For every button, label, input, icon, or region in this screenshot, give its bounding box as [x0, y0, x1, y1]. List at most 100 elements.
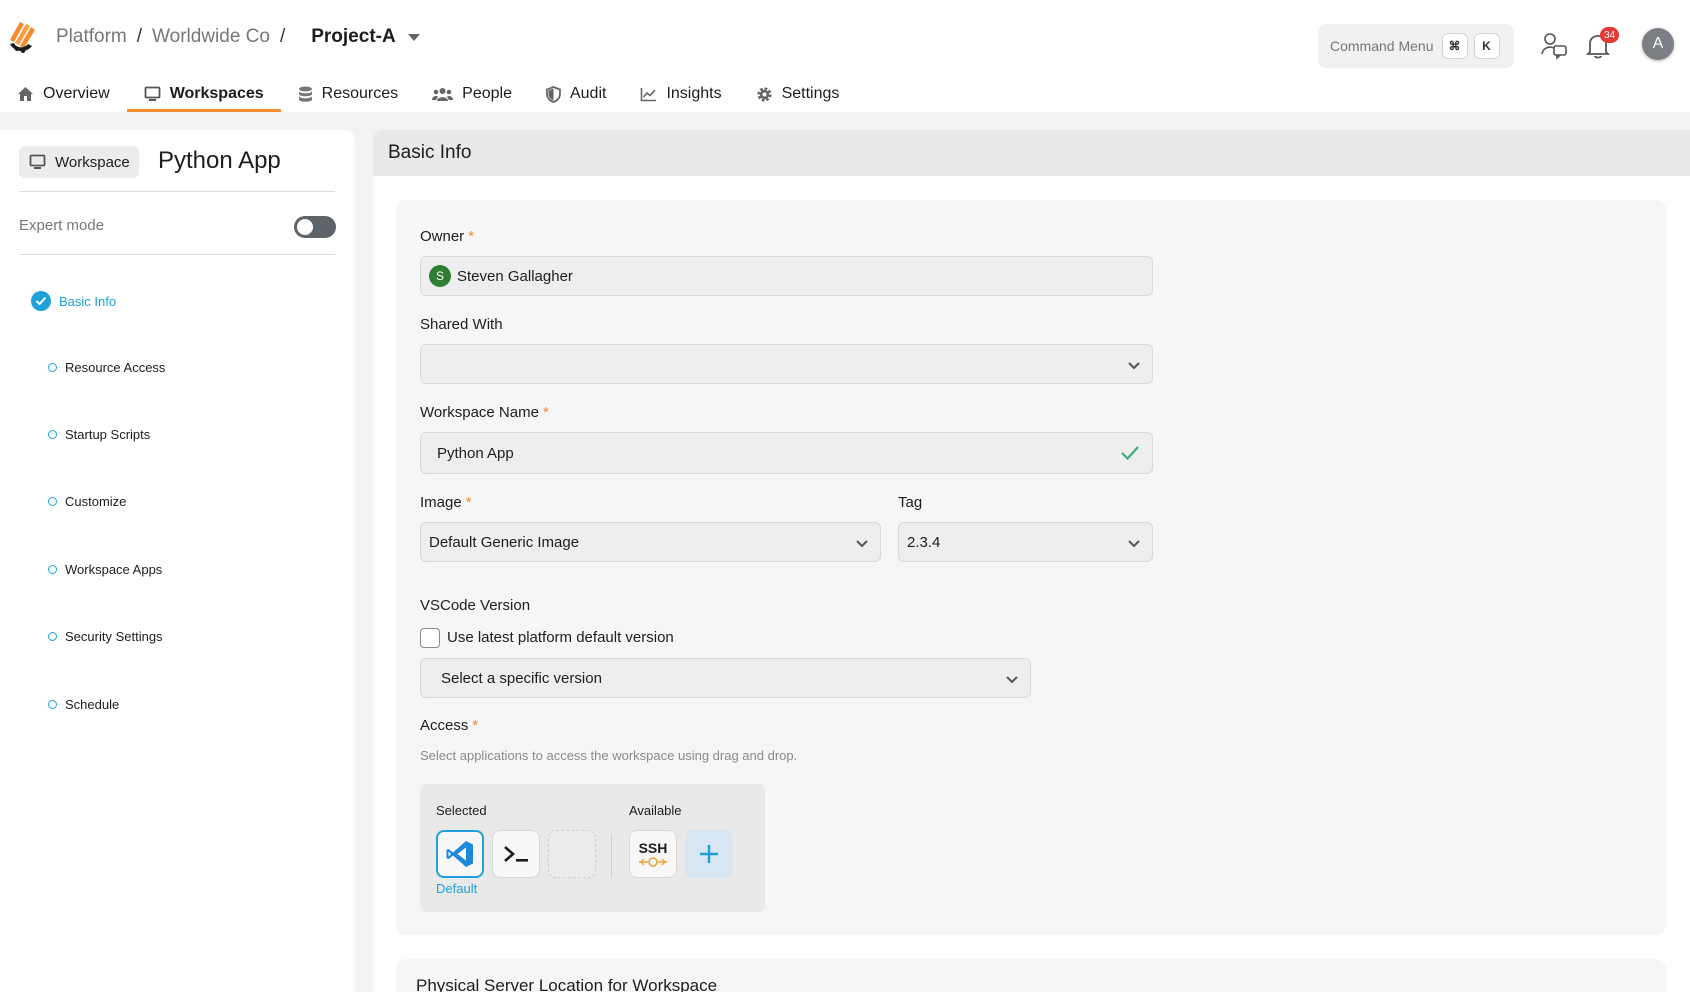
step-dot-icon [48, 363, 57, 372]
image-value: Default Generic Image [429, 533, 580, 551]
top-bar: Platform / Worldwide Co / Project-A Comm… [0, 0, 1690, 112]
ssh-label: SSH [638, 840, 668, 856]
tab-label: Resources [321, 85, 399, 102]
tag-select[interactable]: 2.3.4 [898, 522, 1153, 562]
gear-icon [756, 86, 772, 102]
user-avatar[interactable]: A [1642, 28, 1674, 60]
expert-mode-label: Expert mode [19, 217, 105, 234]
owner-avatar: S [429, 265, 451, 287]
k-key: K [1473, 33, 1500, 59]
breadcrumb-separator: / [136, 26, 143, 47]
step-schedule[interactable]: Schedule [48, 697, 119, 712]
terminal-app-tile[interactable] [492, 830, 540, 878]
access-apps-box: Selected Available SSH Default [420, 784, 765, 912]
chevron-down-icon [1128, 540, 1140, 548]
owner-field[interactable]: S Steven Gallagher [420, 256, 1153, 296]
tab-label: Insights [666, 85, 722, 102]
workspace-chip: Workspace [19, 146, 139, 178]
empty-app-slot[interactable] [548, 830, 596, 878]
breadcrumb: Platform / Worldwide Co / Project-A [56, 26, 420, 48]
access-label: Access * [420, 717, 479, 734]
project-selector[interactable]: Project-A [311, 26, 395, 48]
monitor-icon [29, 154, 46, 169]
section-title: Basic Info [388, 142, 472, 163]
tag-value: 2.3.4 [907, 533, 941, 551]
database-icon [298, 86, 312, 102]
vscode-version-label: VSCode Version [420, 597, 531, 614]
selected-apps-label: Selected [436, 803, 487, 818]
chart-icon [641, 87, 657, 101]
step-label: Startup Scripts [65, 427, 151, 442]
workspace-title: Python App [158, 147, 281, 174]
chevron-down-icon [1006, 676, 1018, 684]
chevron-down-icon [856, 540, 868, 548]
add-app-button[interactable] [685, 830, 733, 878]
tab-label: Overview [43, 85, 110, 102]
logo-icon[interactable] [6, 18, 38, 56]
tab-label: People [462, 85, 512, 102]
shared-with-select[interactable] [420, 344, 1153, 384]
shared-with-label: Shared With [420, 316, 503, 333]
tab-audit[interactable]: Audit [529, 76, 623, 112]
divider [611, 834, 612, 878]
main-tabs: Overview Workspaces Resources People Aud… [0, 76, 856, 112]
step-label: Schedule [65, 697, 120, 712]
ssh-app-tile[interactable]: SSH [629, 830, 677, 878]
check-circle-icon [31, 291, 51, 311]
breadcrumb-platform[interactable]: Platform [56, 26, 127, 48]
step-startup-scripts[interactable]: Startup Scripts [48, 427, 150, 442]
chevron-down-icon [1128, 362, 1140, 370]
plus-icon [700, 845, 718, 863]
workspace-sidebar: Workspace Python App Expert mode Basic I… [0, 130, 355, 992]
step-customize[interactable]: Customize [48, 494, 126, 509]
use-latest-label[interactable]: Use latest platform default version [447, 629, 674, 646]
image-label: Image * [420, 494, 472, 511]
tab-label: Settings [781, 85, 840, 102]
support-chat-icon[interactable] [1540, 30, 1568, 60]
vscode-version-select[interactable]: Select a specific version [420, 658, 1031, 698]
workspace-name-value: Python App [437, 444, 514, 462]
vscode-icon [446, 841, 473, 867]
vscode-app-tile[interactable] [436, 830, 484, 878]
tab-resources[interactable]: Resources [281, 76, 415, 112]
ssh-key-icon [639, 857, 667, 867]
tag-label: Tag [898, 494, 923, 511]
breadcrumb-separator: / [279, 26, 286, 47]
notification-badge: 34 [1600, 27, 1619, 43]
command-menu-button[interactable]: Command Menu ⌘ K [1318, 24, 1514, 68]
owner-label: Owner * [420, 228, 475, 245]
step-security-settings[interactable]: Security Settings [48, 629, 163, 644]
step-dot-icon [48, 565, 57, 574]
tab-workspaces[interactable]: Workspaces [126, 76, 281, 112]
home-icon [18, 87, 33, 101]
breadcrumb-org[interactable]: Worldwide Co [152, 26, 270, 48]
command-menu-label: Command Menu [1330, 38, 1434, 54]
owner-value: Steven Gallagher [457, 267, 573, 285]
monitor-icon [144, 86, 161, 101]
step-label: Basic Info [59, 293, 117, 309]
people-icon [432, 87, 454, 101]
expert-mode-toggle[interactable] [294, 216, 336, 238]
tab-settings[interactable]: Settings [739, 76, 857, 112]
step-label: Customize [65, 494, 127, 509]
step-label: Resource Access [65, 360, 166, 375]
shield-icon [546, 85, 561, 103]
caret-down-icon[interactable] [407, 33, 420, 41]
step-label: Security Settings [65, 629, 163, 644]
workspace-name-input[interactable]: Python App [420, 432, 1153, 474]
available-apps-label: Available [629, 803, 682, 818]
workspace-chip-label: Workspace [55, 153, 130, 171]
workspace-name-label: Workspace Name * [420, 404, 549, 421]
use-latest-checkbox[interactable] [420, 628, 440, 648]
terminal-icon [504, 846, 528, 862]
step-workspace-apps[interactable]: Workspace Apps [48, 562, 162, 577]
step-dot-icon [48, 700, 57, 709]
tab-people[interactable]: People [415, 76, 529, 112]
server-location-title: Physical Server Location for Workspace [416, 976, 718, 992]
step-basic-info[interactable]: Basic Info [31, 291, 116, 311]
step-resource-access[interactable]: Resource Access [48, 360, 165, 375]
command-key: ⌘ [1441, 33, 1468, 59]
tab-overview[interactable]: Overview [0, 76, 127, 112]
tab-insights[interactable]: Insights [623, 76, 738, 112]
image-select[interactable]: Default Generic Image [420, 522, 881, 562]
